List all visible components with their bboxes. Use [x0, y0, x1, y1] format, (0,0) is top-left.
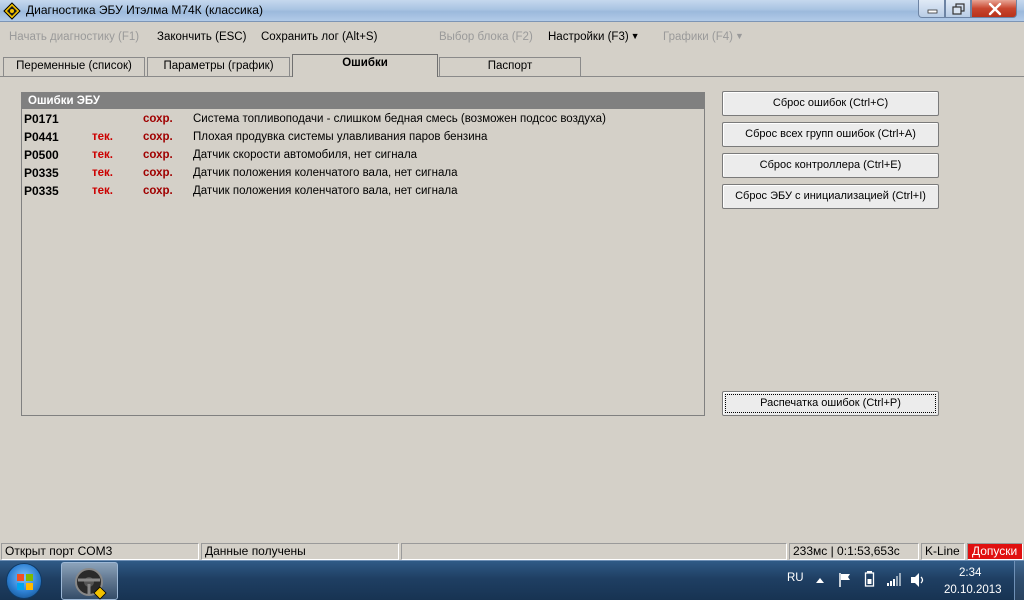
restore-icon [952, 3, 965, 15]
error-saved-flag: сохр. [143, 185, 173, 197]
error-code: P0500 [24, 148, 59, 162]
error-row[interactable]: P0171 сохр. Система топливоподачи - слиш… [22, 110, 704, 128]
battery-icon[interactable] [864, 570, 876, 588]
status-empty [401, 543, 787, 560]
tab-passport[interactable]: Паспорт [439, 57, 581, 76]
reset-controller-button[interactable]: Сброс контроллера (Ctrl+E) [722, 153, 939, 178]
errors-panel-title: Ошибки ЭБУ [22, 93, 704, 109]
error-saved-flag: сохр. [143, 167, 173, 179]
app-icon [3, 2, 21, 20]
menu-finish[interactable]: Закончить (ESC) [157, 31, 246, 43]
reset-ecu-init-button[interactable]: Сброс ЭБУ с инициализацией (Ctrl+I) [722, 184, 939, 209]
error-saved-flag: сохр. [143, 149, 173, 161]
error-code: P0441 [24, 130, 59, 144]
status-protocol: K-Line [921, 543, 965, 560]
chevron-down-icon: ▼ [630, 31, 640, 41]
error-row[interactable]: P0335 тек. сохр. Датчик положения коленч… [22, 164, 704, 182]
clock-date[interactable]: 20.10.2013 [944, 584, 1002, 596]
show-desktop-button[interactable] [1014, 561, 1024, 600]
maximize-button[interactable] [945, 0, 971, 18]
error-saved-flag: сохр. [143, 131, 173, 143]
windows-logo-icon [17, 574, 33, 590]
status-tolerance: Допуски [967, 543, 1023, 560]
print-errors-button[interactable]: Распечатка ошибок (Ctrl+P) [722, 391, 939, 416]
close-icon [988, 2, 1002, 16]
error-row[interactable]: P0441 тек. сохр. Плохая продувка системы… [22, 128, 704, 146]
menu-settings-label: Настройки (F3) [548, 31, 629, 43]
error-current-flag: тек. [92, 185, 113, 197]
close-button[interactable] [971, 0, 1017, 18]
reset-errors-button[interactable]: Сброс ошибок (Ctrl+C) [722, 91, 939, 116]
menu-graphs[interactable]: Графики (F4) ▼ [663, 31, 744, 43]
error-code: P0335 [24, 184, 59, 198]
error-description: Датчик положения коленчатого вала, нет с… [193, 167, 458, 179]
language-indicator[interactable]: RU [787, 572, 804, 584]
steering-wheel-icon [75, 568, 107, 600]
tab-variables[interactable]: Переменные (список) [3, 57, 145, 76]
menu-bar: Начать диагностику (F1) Закончить (ESC) … [0, 22, 1024, 54]
error-description: Датчик положения коленчатого вала, нет с… [193, 185, 458, 197]
menu-start-diagnostics[interactable]: Начать диагностику (F1) [9, 31, 139, 43]
error-current-flag: тек. [92, 149, 113, 161]
error-code: P0335 [24, 166, 59, 180]
error-row[interactable]: P0500 тек. сохр. Датчик скорости автомоб… [22, 146, 704, 164]
show-hidden-icons-icon[interactable] [815, 575, 825, 585]
status-data: Данные получены [201, 543, 399, 560]
window-title: Диагностика ЭБУ Итэлма М74К (классика) [26, 3, 263, 17]
volume-icon[interactable] [910, 572, 926, 588]
action-center-flag-icon[interactable] [838, 572, 852, 588]
error-description: Плохая продувка системы улавливания паро… [193, 131, 488, 143]
menu-save-log[interactable]: Сохранить лог (Alt+S) [261, 31, 377, 43]
error-row[interactable]: P0335 тек. сохр. Датчик положения коленч… [22, 182, 704, 200]
tab-divider [0, 76, 1024, 77]
minimize-icon [927, 9, 938, 14]
status-timing: 233мс | 0:1:53,653с [789, 543, 919, 560]
error-current-flag: тек. [92, 167, 113, 179]
menu-graphs-label: Графики (F4) [663, 31, 733, 43]
error-description: Датчик скорости автомобиля, нет сигнала [193, 149, 418, 161]
start-button[interactable] [6, 563, 42, 599]
title-bar: Диагностика ЭБУ Итэлма М74К (классика) [0, 0, 1024, 22]
taskbar: RU 2:34 20.10.2013 [0, 560, 1024, 600]
error-saved-flag: сохр. [143, 113, 173, 125]
menu-select-block[interactable]: Выбор блока (F2) [439, 31, 533, 43]
clock-time[interactable]: 2:34 [959, 567, 981, 579]
error-description: Система топливоподачи - слишком бедная с… [193, 113, 606, 125]
error-current-flag: тек. [92, 131, 113, 143]
errors-panel: Ошибки ЭБУ P0171 сохр. Система топливопо… [21, 92, 705, 416]
tab-errors[interactable]: Ошибки [292, 54, 438, 77]
minimize-button[interactable] [918, 0, 945, 18]
reset-all-groups-button[interactable]: Сброс всех групп ошибок (Ctrl+A) [722, 122, 939, 147]
status-port: Открыт порт COM3 [1, 543, 199, 560]
network-signal-icon[interactable] [886, 572, 902, 588]
error-code: P0171 [24, 112, 59, 126]
tab-params[interactable]: Параметры (график) [147, 57, 290, 76]
status-bar: Открыт порт COM3 Данные получены 233мс |… [0, 542, 1024, 560]
menu-settings[interactable]: Настройки (F3) ▼ [548, 31, 640, 43]
chevron-down-icon: ▼ [735, 31, 744, 41]
tab-strip: Переменные (список) Параметры (график) О… [0, 54, 1024, 78]
taskbar-app-button[interactable] [61, 562, 118, 600]
